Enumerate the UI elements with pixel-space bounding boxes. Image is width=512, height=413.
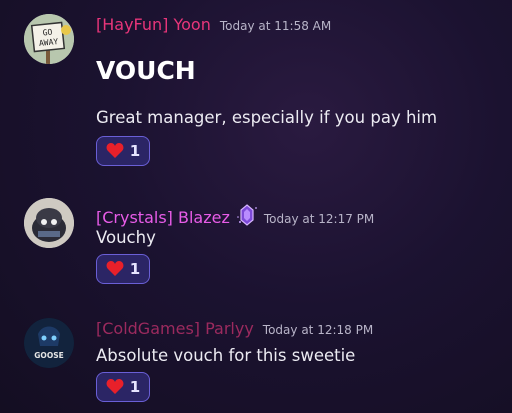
message-item: [Crystals] Blazez Today at 12:17 PM Vouc… — [0, 190, 512, 300]
message-header: [ColdGames] Parlyy Today at 12:18 PM — [96, 319, 373, 338]
reaction-button[interactable]: 1 — [96, 372, 150, 402]
message-content: Absolute vouch for this sweetie — [96, 346, 356, 365]
username[interactable]: [Crystals] Blazez — [96, 208, 230, 227]
user-avatar[interactable]: GOOSE — [24, 318, 74, 368]
username[interactable]: [ColdGames] Parlyy — [96, 319, 254, 338]
message-content: VOUCH — [96, 56, 196, 85]
crystal-badge-icon[interactable] — [236, 204, 258, 230]
reaction-count: 1 — [129, 142, 141, 160]
heart-icon — [106, 143, 124, 159]
message-header: [Crystals] Blazez Today at 12:17 PM — [96, 201, 374, 227]
message-item: GO AWAY [HayFun] Yoon Today at 11:58 AM … — [0, 0, 512, 180]
reaction-count: 1 — [129, 378, 141, 396]
avatar-text: GOOSE — [34, 351, 63, 360]
message-item: GOOSE [ColdGames] Parlyy Today at 12:18 … — [0, 306, 512, 413]
username[interactable]: [HayFun] Yoon — [96, 15, 211, 34]
message-header: [HayFun] Yoon Today at 11:58 AM — [96, 15, 331, 34]
message-content: Vouchy — [96, 228, 156, 247]
timestamp: Today at 11:58 AM — [219, 19, 332, 33]
user-avatar[interactable] — [24, 198, 74, 248]
avatar-sign-text-top: GO — [42, 28, 53, 38]
heart-icon — [106, 379, 124, 395]
reaction-button[interactable]: 1 — [96, 254, 150, 284]
message-content: Great manager, especially if you pay him — [96, 108, 438, 127]
timestamp: Today at 12:17 PM — [263, 212, 375, 226]
heart-icon — [106, 261, 124, 277]
user-avatar[interactable]: GO AWAY — [24, 14, 74, 64]
reaction-button[interactable]: 1 — [96, 136, 150, 166]
reaction-count: 1 — [129, 260, 141, 278]
timestamp: Today at 12:18 PM — [262, 323, 374, 337]
